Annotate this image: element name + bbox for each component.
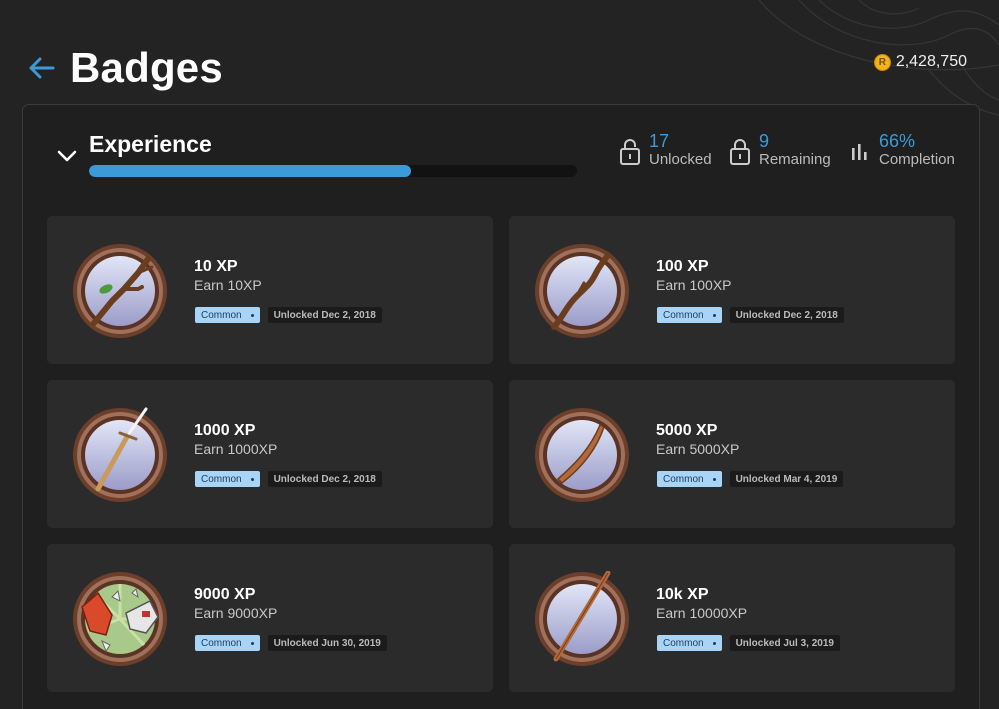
rarity-label: Common	[663, 637, 704, 649]
section-title: Experience	[89, 131, 212, 157]
wooden-sword-badge-icon	[535, 408, 629, 502]
progress-fill	[89, 165, 412, 177]
badge-card-100xp[interactable]: 100 XP Earn 100XP Common Unlocked Dec 2,…	[509, 216, 955, 364]
back-button[interactable]	[24, 48, 58, 88]
remaining-label: Remaining	[759, 151, 831, 168]
dot-icon	[712, 641, 716, 645]
page-header: Badges	[24, 44, 223, 92]
badge-description: Earn 1000XP	[194, 441, 278, 457]
currency-balance[interactable]: R 2,428,750	[873, 53, 967, 71]
unlocked-date: Unlocked Jul 3, 2019	[729, 635, 840, 651]
completion-label: Completion	[879, 151, 955, 168]
rarity-tag: Common	[657, 471, 722, 487]
unlocked-date: Unlocked Dec 2, 2018	[267, 307, 382, 323]
badge-title: 10k XP	[656, 586, 709, 603]
coin-icon: R	[873, 53, 891, 71]
badge-card-10xp[interactable]: 10 XP Earn 10XP Common Unlocked Dec 2, 2…	[47, 216, 493, 364]
stat-remaining: 9 Remaining	[729, 131, 831, 169]
rarity-tag: Common	[195, 307, 260, 323]
rarity-tag: Common	[657, 307, 722, 323]
rarity-label: Common	[663, 473, 704, 485]
completion-progress-bar	[89, 165, 577, 177]
page-title: Badges	[70, 44, 223, 91]
arrow-left-icon	[29, 57, 55, 79]
badge-title: 9000 XP	[194, 586, 256, 603]
badge-title: 1000 XP	[194, 422, 256, 439]
section-header: Experience 17 Unlocked 9 Remaining 66% C…	[53, 131, 955, 183]
completion-percent: 66%	[879, 131, 916, 151]
shattered-armor-badge-icon	[73, 572, 167, 666]
rarity-label: Common	[201, 309, 242, 321]
badge-card-1000xp[interactable]: 1000 XP Earn 1000XP Common Unlocked Dec …	[47, 380, 493, 528]
unlocked-date: Unlocked Mar 4, 2019	[729, 471, 844, 487]
dot-icon	[712, 477, 716, 481]
badge-title: 5000 XP	[656, 422, 718, 439]
rarity-tag: Common	[195, 471, 260, 487]
rarity-label: Common	[663, 309, 704, 321]
badge-card-9000xp[interactable]: 9000 XP Earn 9000XP Common Unlocked Jun …	[47, 544, 493, 692]
unlocked-lock-icon	[620, 139, 640, 165]
currency-amount: 2,428,750	[895, 53, 967, 70]
bamboo-sword-badge-icon	[73, 407, 167, 502]
unlocked-count: 17	[649, 131, 670, 151]
rarity-label: Common	[201, 473, 242, 485]
remaining-count: 9	[759, 131, 770, 151]
branch-badge-icon	[535, 244, 629, 338]
unlocked-date: Unlocked Dec 2, 2018	[267, 471, 382, 487]
badge-card-5000xp[interactable]: 5000 XP Earn 5000XP Common Unlocked Mar …	[509, 380, 955, 528]
unlocked-label: Unlocked	[649, 151, 712, 168]
bar-chart-icon	[852, 144, 867, 160]
badge-card-10kxp[interactable]: 10k XP Earn 10000XP Common Unlocked Jul …	[509, 544, 955, 692]
badge-title: 10 XP	[194, 258, 238, 275]
stat-unlocked: 17 Unlocked	[619, 131, 712, 169]
dot-icon	[250, 313, 254, 317]
stat-completion: 66% Completion	[849, 131, 955, 169]
badge-description: Earn 100XP	[656, 277, 732, 293]
rarity-label: Common	[201, 637, 242, 649]
dot-icon	[712, 313, 716, 317]
unlocked-date: Unlocked Jun 30, 2019	[267, 635, 387, 651]
badge-title: 100 XP	[656, 258, 709, 275]
dot-icon	[250, 641, 254, 645]
badge-description: Earn 10XP	[194, 277, 262, 293]
rarity-tag: Common	[657, 635, 722, 651]
twig-badge-icon	[73, 244, 167, 338]
locked-lock-icon	[730, 139, 750, 165]
rarity-tag: Common	[195, 635, 260, 651]
badge-category-panel: Experience 17 Unlocked 9 Remaining 66% C…	[22, 104, 980, 709]
badge-description: Earn 10000XP	[656, 605, 748, 621]
badge-description: Earn 9000XP	[194, 605, 278, 621]
chevron-down-icon[interactable]	[55, 147, 79, 165]
unlocked-date: Unlocked Dec 2, 2018	[729, 307, 844, 323]
badge-description: Earn 5000XP	[656, 441, 740, 457]
wooden-staff-badge-icon	[535, 571, 629, 666]
dot-icon	[250, 477, 254, 481]
